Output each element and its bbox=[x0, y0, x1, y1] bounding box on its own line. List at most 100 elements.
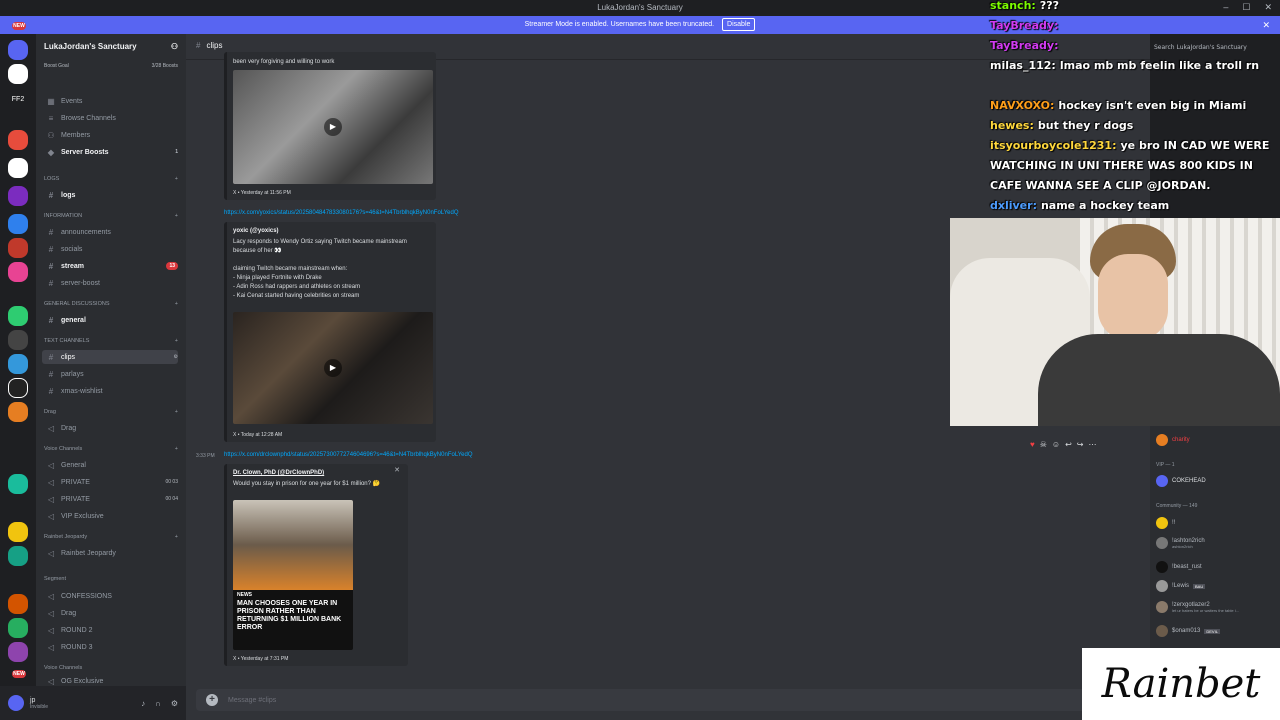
disable-button[interactable]: Disable bbox=[722, 18, 756, 31]
add-reaction-icon[interactable]: ☺ bbox=[1052, 440, 1060, 449]
message-composer[interactable]: + Message #clips ▣ bbox=[196, 689, 1140, 711]
sidebar-item-members[interactable]: ⚇ Members bbox=[42, 128, 178, 142]
message-link[interactable]: https://x.com/drclownphd/status/20257300… bbox=[224, 452, 473, 458]
sidebar-item-private[interactable]: ◁ PRIVATE 00 03 bbox=[42, 475, 178, 489]
play-icon[interactable]: ▶ bbox=[324, 359, 342, 377]
server-icon[interactable] bbox=[8, 158, 28, 178]
sidebar-item-segment-drag[interactable]: ◁ Drag bbox=[42, 606, 178, 620]
server-icon[interactable] bbox=[8, 594, 28, 614]
category-voice-channels[interactable]: Voice Channels + bbox=[44, 446, 178, 456]
video-thumbnail[interactable]: ▶ bbox=[233, 312, 433, 424]
sidebar-item-drag[interactable]: ◁ Drag bbox=[42, 421, 178, 435]
sidebar-item-round-2[interactable]: ◁ ROUND 2 bbox=[42, 623, 178, 637]
sidebar-item-og-exclusive[interactable]: ◁ OG Exclusive bbox=[42, 676, 178, 686]
category-general[interactable]: GENERAL DISCUSSIONS + bbox=[44, 301, 178, 311]
close-embed-icon[interactable]: ✕ bbox=[394, 466, 400, 474]
sidebar-item-events[interactable]: ▦ Events bbox=[42, 94, 178, 108]
category-voice-channels-2[interactable]: Voice Channels bbox=[44, 665, 178, 675]
sidebar-item-rainbet-jeopardy[interactable]: ◁ Rainbet Jeopardy bbox=[42, 546, 178, 560]
server-icon[interactable] bbox=[8, 474, 28, 494]
settings-icon[interactable]: ⚙ bbox=[171, 699, 178, 708]
member-row[interactable]: !ashton2rich ashton2rich bbox=[1156, 537, 1205, 549]
boost-goal[interactable]: Boost Goal 3/28 Boosts bbox=[36, 60, 186, 76]
sidebar-item-xmas-wishlist[interactable]: # xmas-wishlist bbox=[42, 384, 178, 398]
mic-icon[interactable]: ♪ bbox=[141, 699, 145, 708]
skull-reaction-icon[interactable]: ☠ bbox=[1040, 440, 1047, 449]
forward-icon[interactable]: ↪ bbox=[1077, 440, 1084, 449]
server-icon[interactable] bbox=[8, 378, 28, 398]
server-icon[interactable] bbox=[8, 64, 28, 84]
sidebar-item-voice-general[interactable]: ◁ General bbox=[42, 458, 178, 472]
member-row[interactable]: !! bbox=[1156, 517, 1175, 529]
message-link[interactable]: https://x.com/yoxics/status/202580484783… bbox=[224, 210, 459, 216]
video-thumbnail[interactable]: ▶ bbox=[233, 70, 433, 184]
sidebar-item-socials[interactable]: # socials bbox=[42, 242, 178, 256]
headphones-icon[interactable]: ∩ bbox=[155, 699, 161, 708]
message-timestamp: 3:33 PM bbox=[196, 453, 215, 459]
server-icon[interactable] bbox=[8, 186, 28, 206]
server-icon[interactable]: FF2 bbox=[8, 90, 28, 110]
sidebar-item-server-boosts[interactable]: ◆ Server Boosts 1 bbox=[42, 145, 178, 159]
add-channel-icon[interactable]: + bbox=[175, 213, 178, 223]
sidebar-item-vip-exclusive[interactable]: ◁ VIP Exclusive bbox=[42, 509, 178, 523]
server-icon[interactable] bbox=[8, 546, 28, 566]
add-member-icon[interactable]: ⚇ bbox=[171, 42, 178, 60]
more-icon[interactable]: ⋯ bbox=[1089, 440, 1097, 449]
add-channel-icon[interactable]: + bbox=[175, 338, 178, 348]
member-row[interactable]: !Lewis BAU bbox=[1156, 580, 1206, 592]
server-icon[interactable] bbox=[8, 618, 28, 638]
category-logs[interactable]: LOGS + bbox=[44, 176, 178, 186]
server-icon[interactable] bbox=[8, 354, 28, 374]
add-channel-icon[interactable]: + bbox=[175, 409, 178, 419]
server-icon[interactable] bbox=[8, 130, 28, 150]
member-row[interactable]: !beast_rust bbox=[1156, 561, 1202, 573]
server-icon[interactable] bbox=[8, 262, 28, 282]
add-channel-icon[interactable]: + bbox=[175, 301, 178, 311]
server-icon[interactable] bbox=[8, 330, 28, 350]
sidebar-item-round-3[interactable]: ◁ ROUND 3 bbox=[42, 640, 178, 654]
speaker-icon: ◁ bbox=[47, 494, 55, 504]
member-row[interactable]: charity bbox=[1156, 434, 1190, 446]
member-row[interactable]: $onam013 DEVIL bbox=[1156, 625, 1220, 637]
sidebar-item-general[interactable]: # general bbox=[42, 313, 178, 327]
category-segment[interactable]: Segment bbox=[44, 576, 178, 586]
sidebar-item-clips[interactable]: # clips ⚙ bbox=[42, 350, 178, 364]
member-row[interactable]: !zerxgotlazer2 let ur haters be ur waiter… bbox=[1156, 601, 1239, 613]
add-channel-icon[interactable]: + bbox=[175, 534, 178, 544]
sidebar-item-parlays[interactable]: # parlays bbox=[42, 367, 178, 381]
home-icon[interactable] bbox=[8, 40, 28, 60]
add-attachment-icon[interactable]: + bbox=[206, 694, 218, 706]
sidebar-item-private[interactable]: ◁ PRIVATE 00 04 bbox=[42, 492, 178, 506]
settings-icon[interactable]: ⚙ bbox=[174, 354, 178, 360]
server-icon[interactable] bbox=[8, 402, 28, 422]
server-icon[interactable] bbox=[8, 522, 28, 542]
embed-author[interactable]: Dr. Clown, PhD (@DrClownPhD) bbox=[233, 470, 402, 476]
server-icon[interactable] bbox=[8, 214, 28, 234]
category-drag[interactable]: Drag + bbox=[44, 409, 178, 419]
member-row[interactable]: COKEHEAD bbox=[1156, 475, 1206, 487]
sidebar-item-server-boost[interactable]: # server-boost bbox=[42, 276, 178, 290]
category-text-channels[interactable]: TEXT CHANNELS + bbox=[44, 338, 178, 348]
avatar[interactable] bbox=[8, 695, 24, 711]
sidebar-item-stream[interactable]: # stream 13 bbox=[42, 259, 178, 273]
heart-reaction-icon[interactable]: ♥ bbox=[1030, 440, 1035, 449]
add-channel-icon[interactable]: + bbox=[175, 446, 178, 456]
sidebar-item-logs[interactable]: # logs bbox=[42, 188, 178, 202]
embed-author[interactable]: yoxic (@yoxics) bbox=[233, 228, 430, 234]
add-channel-icon[interactable]: + bbox=[175, 176, 178, 186]
image-thumbnail[interactable]: NEWS MAN CHOOSES ONE YEAR IN PRISON RATH… bbox=[233, 500, 353, 650]
sidebar-item-announcements[interactable]: # announcements bbox=[42, 225, 178, 239]
category-rainbet-jeopardy[interactable]: Rainbet Jeopardy + bbox=[44, 534, 178, 544]
reply-icon[interactable]: ↩ bbox=[1065, 440, 1072, 449]
speaker-icon: ◁ bbox=[47, 548, 55, 558]
sidebar-item-label: socials bbox=[61, 245, 83, 253]
server-icon[interactable] bbox=[8, 642, 28, 662]
sidebar-item-label: ROUND 2 bbox=[61, 626, 93, 634]
category-information[interactable]: INFORMATION + bbox=[44, 213, 178, 223]
sidebar-item-browse-channels[interactable]: ≡ Browse Channels bbox=[42, 111, 178, 125]
server-header[interactable]: LukaJordan's Sanctuary ⚇ bbox=[36, 34, 186, 60]
sidebar-item-confessions[interactable]: ◁ CONFESSIONS bbox=[42, 589, 178, 603]
play-icon[interactable]: ▶ bbox=[324, 118, 342, 136]
server-icon[interactable] bbox=[8, 306, 28, 326]
server-icon[interactable] bbox=[8, 238, 28, 258]
